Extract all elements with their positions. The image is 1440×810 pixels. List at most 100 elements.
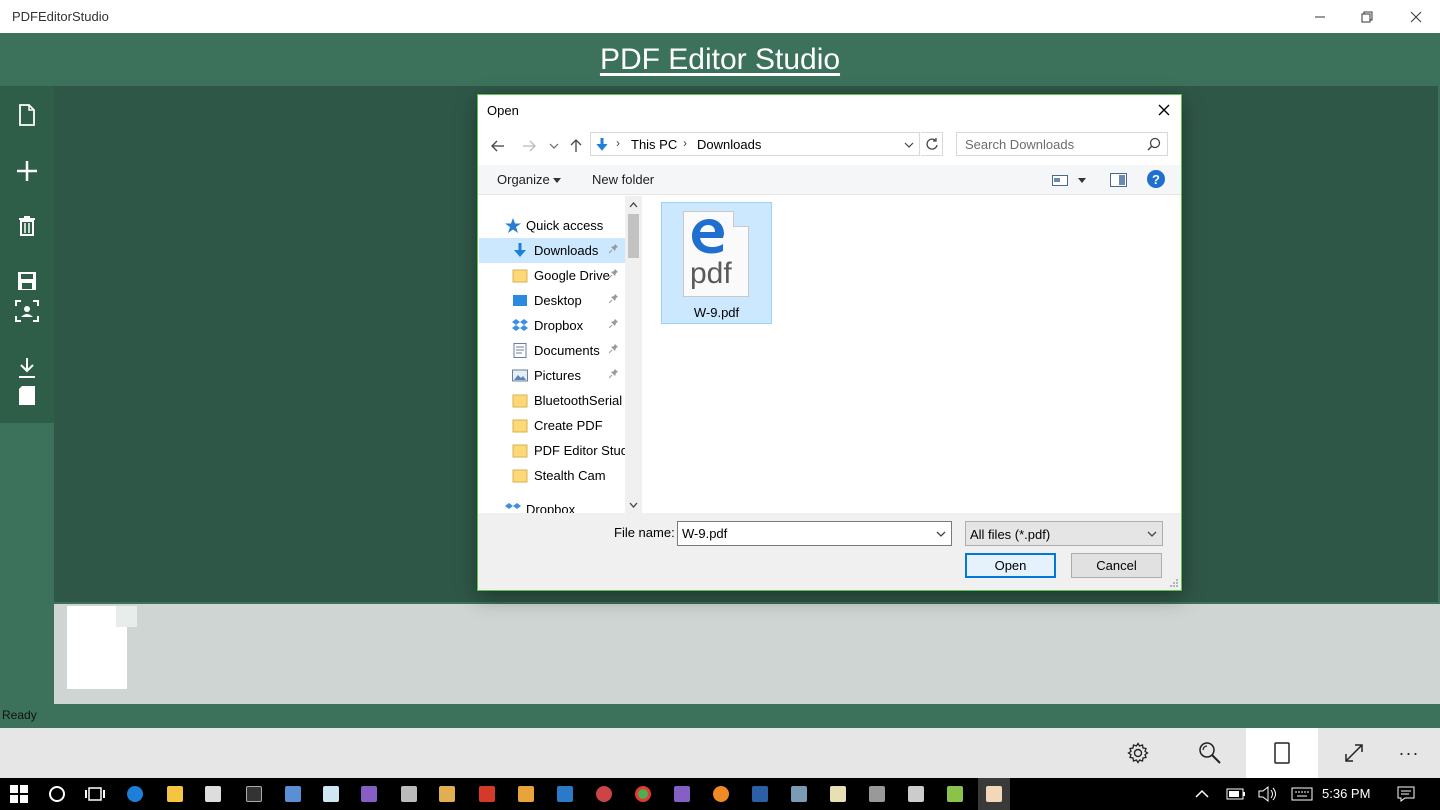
nav-item-desktop[interactable]: Desktop — [479, 288, 625, 313]
keyboard-button[interactable] — [1290, 782, 1314, 806]
scroll-down-button[interactable] — [625, 496, 642, 513]
filename-combo[interactable] — [677, 521, 952, 546]
nav-label-quick-access: Quick access — [526, 218, 604, 233]
search-box[interactable] — [956, 132, 1168, 156]
file-type-dropdown-button[interactable] — [1142, 522, 1162, 545]
downloads-icon — [514, 243, 526, 257]
zoom-button[interactable] — [1174, 728, 1246, 778]
preview-pane-button[interactable] — [1105, 170, 1131, 190]
arrow-left-icon — [491, 140, 504, 152]
box-taskbar-button[interactable] — [281, 782, 305, 806]
forward-button[interactable] — [518, 135, 540, 157]
nav-item-pdf-editor-studio[interactable]: PDF Editor Studi — [479, 438, 625, 463]
app-orange-taskbar-button[interactable] — [709, 782, 733, 806]
app-gear-taskbar-button[interactable] — [787, 782, 811, 806]
change-view-button[interactable] — [1048, 170, 1088, 190]
android-taskbar-button[interactable] — [943, 782, 967, 806]
left-rail — [0, 86, 54, 704]
app-panel-taskbar-button[interactable] — [826, 782, 850, 806]
taskbar-clock[interactable]: 5:36 PM — [1322, 786, 1370, 801]
pdf-label: pdf — [690, 257, 732, 290]
nav-item-pictures[interactable]: Pictures — [479, 363, 625, 388]
scroll-thumb[interactable] — [628, 214, 639, 258]
close-window-button[interactable] — [1392, 0, 1440, 33]
app-cube-taskbar-button[interactable] — [865, 782, 889, 806]
edge-taskbar-button[interactable] — [123, 782, 147, 806]
app-orb-taskbar-button[interactable] — [592, 782, 616, 806]
page-view-button[interactable] — [1246, 728, 1318, 778]
app-blue-taskbar-button[interactable] — [553, 782, 577, 806]
taskbar: 5:36 PM — [0, 778, 1440, 810]
file-type-select[interactable]: All files (*.pdf) — [965, 521, 1163, 546]
address-bar[interactable]: › This PC › Downloads — [590, 132, 920, 156]
paint-taskbar-button[interactable] — [435, 782, 459, 806]
app-red-icon — [479, 786, 495, 802]
nav-item-downloads[interactable]: Downloads — [479, 238, 625, 263]
app-red-taskbar-button[interactable] — [475, 782, 499, 806]
volume-button[interactable] — [1256, 782, 1280, 806]
box-icon — [285, 786, 301, 802]
chrome-taskbar-button[interactable] — [631, 782, 655, 806]
powershell-taskbar-button[interactable] — [748, 782, 772, 806]
unity-taskbar-button[interactable] — [904, 782, 928, 806]
refresh-button[interactable] — [921, 132, 943, 156]
new-document-button[interactable] — [0, 95, 54, 135]
search-input[interactable] — [957, 133, 1141, 155]
battery-button[interactable] — [1224, 782, 1248, 806]
recent-locations-button[interactable] — [543, 135, 565, 157]
task-view-button[interactable] — [83, 782, 107, 806]
tray-overflow-button[interactable] — [1190, 782, 1214, 806]
android-icon — [947, 786, 963, 802]
settings-button[interactable] — [1102, 728, 1174, 778]
calculator-taskbar-button[interactable] — [397, 782, 421, 806]
scan-button[interactable] — [0, 291, 54, 331]
file-item[interactable]: pdf W-9.pdf — [661, 202, 772, 324]
breadcrumb-this-pc[interactable]: This PC — [631, 137, 677, 152]
nav-item-create-pdf[interactable]: Create PDF — [479, 413, 625, 438]
delete-page-button[interactable] — [0, 206, 54, 246]
back-button[interactable] — [487, 135, 509, 157]
organize-button[interactable]: Organize — [491, 165, 561, 195]
filename-input[interactable] — [678, 522, 930, 545]
action-center-button[interactable] — [1394, 782, 1418, 806]
notes-taskbar-button[interactable] — [319, 782, 343, 806]
restore-button[interactable] — [1343, 0, 1391, 33]
cancel-button[interactable]: Cancel — [1071, 553, 1162, 578]
open-button[interactable]: Open — [965, 553, 1056, 578]
nav-item-dropbox[interactable]: Dropbox — [479, 313, 625, 338]
file-explorer-taskbar-button[interactable] — [163, 782, 187, 806]
downloads-icon — [596, 138, 608, 151]
nav-item-stealth-cam[interactable]: Stealth Cam — [479, 463, 625, 488]
store-taskbar-button[interactable] — [201, 782, 225, 806]
window-title: PDFEditorStudio — [12, 9, 109, 24]
start-button[interactable] — [7, 782, 31, 806]
new-folder-button[interactable]: New folder — [586, 165, 656, 195]
pdf-editor-taskbar-button[interactable] — [978, 778, 1010, 810]
nav-item-bluetoothserial[interactable]: BluetoothSerial — [479, 388, 625, 413]
visual-studio-2-taskbar-button[interactable] — [670, 782, 694, 806]
add-page-button[interactable] — [0, 151, 54, 191]
nav-label: BluetoothSerial — [534, 393, 623, 408]
paint-icon — [439, 786, 455, 802]
document-button[interactable] — [0, 376, 54, 416]
more-button[interactable]: ··· — [1378, 728, 1440, 778]
scroll-up-button[interactable] — [625, 196, 642, 213]
nav-scrollbar[interactable] — [625, 196, 642, 513]
filename-dropdown-button[interactable] — [931, 522, 951, 545]
minimize-button[interactable] — [1296, 0, 1344, 33]
nav-item-quick-access[interactable]: Quick access — [479, 213, 625, 238]
nav-item-google-drive[interactable]: Google Drive — [479, 263, 625, 288]
resize-grip-icon[interactable] — [1169, 578, 1179, 588]
dialog-close-button[interactable] — [1147, 95, 1181, 125]
nav-item-documents[interactable]: Documents — [479, 338, 625, 363]
up-button[interactable] — [565, 135, 587, 157]
visual-studio-taskbar-button[interactable] — [357, 782, 381, 806]
cmd-taskbar-button[interactable] — [242, 782, 266, 806]
visual-studio-icon — [361, 786, 377, 802]
nav-item-dropbox-root[interactable]: Dropbox — [479, 497, 625, 513]
help-button[interactable]: ? — [1146, 169, 1168, 191]
cortana-button[interactable] — [45, 782, 69, 806]
app-grid-taskbar-button[interactable] — [514, 782, 538, 806]
breadcrumb-downloads[interactable]: Downloads — [697, 137, 761, 152]
help-icon: ? — [1147, 170, 1165, 188]
